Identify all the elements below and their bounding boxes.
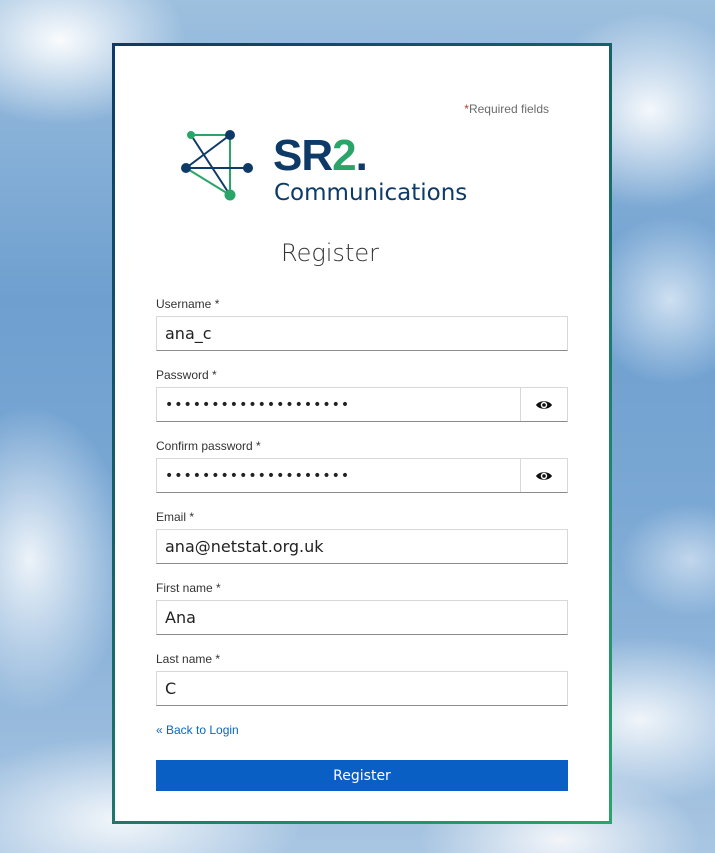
confirm-password-label: Confirm password * <box>156 439 261 453</box>
confirm-password-input[interactable] <box>157 459 521 492</box>
username-input-wrap <box>156 316 568 351</box>
svg-text:SR2.: SR2. <box>273 131 367 180</box>
eye-icon <box>536 400 552 409</box>
password-input[interactable] <box>157 388 521 421</box>
last-name-label: Last name * <box>156 652 221 666</box>
required-text: Required fields <box>468 102 549 116</box>
back-to-login-link[interactable]: « Back to Login <box>156 723 239 737</box>
password-field-group: Password * <box>156 368 568 422</box>
last-name-field-group: Last name * <box>156 652 568 706</box>
password-label: Password * <box>156 368 217 382</box>
first-name-input[interactable] <box>157 601 567 634</box>
eye-icon <box>536 471 552 480</box>
first-name-input-wrap <box>156 600 568 635</box>
password-input-wrap <box>156 387 568 422</box>
username-field-group: Username * <box>156 297 568 351</box>
required-fields-note: *Required fields <box>464 102 549 116</box>
email-label: Email * <box>156 510 195 524</box>
email-field-group: Email * <box>156 510 568 564</box>
first-name-label: First name * <box>156 581 221 595</box>
show-confirm-password-button[interactable] <box>520 459 567 492</box>
username-label: Username * <box>156 297 220 311</box>
network-logo-icon: SR2. Communications <box>181 130 467 206</box>
show-password-button[interactable] <box>520 388 567 421</box>
email-input[interactable] <box>157 530 567 563</box>
confirm-password-field-group: Confirm password * <box>156 439 568 493</box>
company-logo: SR2. Communications <box>178 130 478 206</box>
confirm-password-input-wrap <box>156 458 568 493</box>
username-input[interactable] <box>157 317 567 350</box>
first-name-field-group: First name * <box>156 581 568 635</box>
svg-text:Communications: Communications <box>274 180 467 205</box>
page-title: Register <box>281 239 379 267</box>
last-name-input-wrap <box>156 671 568 706</box>
last-name-input[interactable] <box>157 672 567 705</box>
email-input-wrap <box>156 529 568 564</box>
register-card: *Required fields SR2. Communications Reg… <box>112 43 612 824</box>
register-button[interactable]: Register <box>156 760 568 791</box>
